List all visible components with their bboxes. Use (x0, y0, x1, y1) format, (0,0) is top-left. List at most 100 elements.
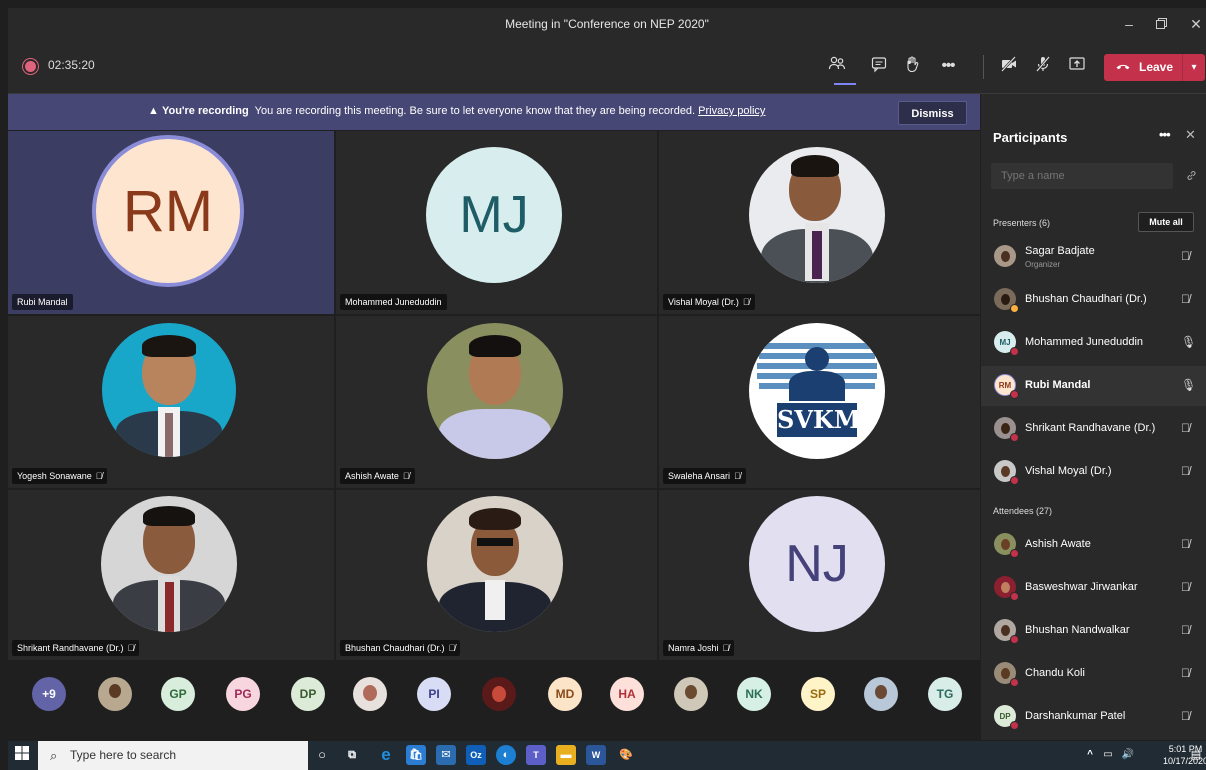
minimize-icon[interactable]: – (1114, 8, 1144, 41)
more-actions-icon[interactable]: ••• (937, 55, 959, 77)
raise-hand-icon[interactable] (901, 55, 923, 77)
avatar: RM (92, 135, 244, 287)
video-tile[interactable]: Yogesh Sonawane 🎙̸ (8, 316, 334, 488)
video-tile[interactable]: MJ Mohammed Juneduddin (336, 131, 657, 314)
participant-avatar[interactable] (482, 677, 516, 711)
video-tile[interactable]: RM Rubi Mandal (8, 131, 334, 314)
share-tray-icon[interactable] (1066, 55, 1088, 77)
privacy-policy-link[interactable]: Privacy policy (698, 105, 765, 117)
participant-avatar[interactable]: MD (548, 677, 582, 711)
status-busy-icon (1010, 635, 1019, 644)
close-panel-icon[interactable]: ✕ (1185, 127, 1196, 143)
mail-icon[interactable]: ✉ (436, 745, 456, 765)
video-tile[interactable]: Vishal Moyal (Dr.) 🎙̸ (659, 131, 980, 314)
video-tile[interactable]: Shrikant Randhavane (Dr.) 🎙̸ (8, 490, 334, 660)
windows-start-icon[interactable] (12, 746, 32, 766)
attendees-header[interactable]: Attendees (27) (993, 506, 1052, 516)
participant-row[interactable]: Shrikant Randhavane (Dr.) 🎙̸ (981, 409, 1206, 449)
chrome-edge-icon[interactable]: ◐ (496, 745, 516, 765)
svkm-logo: SVKM (749, 323, 885, 459)
mic-off-icon: 🎙̸ (1181, 249, 1190, 263)
video-tile[interactable]: Bhushan Chaudhari (Dr.) 🎙̸ (336, 490, 657, 660)
close-window-icon[interactable]: ✕ (1186, 8, 1206, 41)
store-icon[interactable]: 🛍 (406, 745, 426, 765)
word-icon[interactable]: W (586, 745, 606, 765)
participant-row[interactable]: Bhushan Chaudhari (Dr.) 🎙̸ (981, 280, 1206, 320)
dismiss-button[interactable]: Dismiss (898, 101, 967, 125)
leave-button[interactable]: Leave ▾ (1104, 54, 1205, 81)
chat-icon[interactable] (868, 55, 890, 77)
file-explorer-icon[interactable]: ▬ (556, 745, 576, 765)
maximize-icon[interactable] (1146, 8, 1176, 41)
mic-off-icon: 🎙̸ (734, 471, 741, 481)
participant-avatar[interactable] (674, 677, 708, 711)
participant-avatar[interactable]: DP (291, 677, 325, 711)
status-busy-icon (1010, 476, 1019, 485)
panel-title: Participants (993, 130, 1068, 145)
participant-avatar[interactable]: GP (161, 677, 195, 711)
participant-avatar[interactable] (353, 677, 387, 711)
participant-search-field[interactable] (991, 163, 1173, 189)
mic-off-icon: 🎙̸ (1181, 537, 1190, 551)
title-bar: Meeting in "Conference on NEP 2020" – ✕ (8, 8, 1206, 41)
avatar: NJ (749, 496, 885, 632)
participant-avatar[interactable]: NK (737, 677, 771, 711)
meeting-toolbar: 02:35:20 ••• Leave ▾ (8, 41, 1206, 94)
participant-name-label: Vishal Moyal (Dr.) 🎙̸ (663, 294, 755, 310)
mic-off-icon[interactable] (1032, 55, 1054, 77)
mic-off-icon: 🎙̸ (1181, 292, 1190, 306)
more-options-icon[interactable]: ••• (1159, 127, 1171, 142)
participant-row[interactable]: DP Darshankumar Patel 🎙̸ (981, 697, 1206, 737)
participant-row[interactable]: Ashish Awate 🎙̸ (981, 525, 1206, 565)
mic-off-icon: 🎙̸ (1181, 666, 1190, 680)
participant-avatar[interactable] (864, 677, 898, 711)
status-busy-icon (1010, 347, 1019, 356)
participant-row[interactable]: RM Rubi Mandal 🎙 (981, 366, 1206, 406)
participant-photo (427, 496, 563, 632)
mic-off-icon: 🎙̸ (402, 471, 410, 481)
link-icon[interactable] (1186, 170, 1197, 184)
mic-off-icon: 🎙̸ (448, 643, 456, 653)
participant-avatar[interactable]: HA (610, 677, 644, 711)
participant-avatar[interactable] (98, 677, 132, 711)
participant-row[interactable]: Chandu Koli 🎙̸ (981, 654, 1206, 694)
network-icon[interactable]: ▭ (1098, 745, 1118, 765)
teams-icon[interactable]: T (526, 745, 546, 765)
presenters-header[interactable]: Presenters (6) (993, 218, 1050, 228)
participant-name-label: Swaleha Ansari 🎙̸ (663, 468, 746, 484)
participant-row[interactable]: MJ Mohammed Juneduddin 🎙 (981, 323, 1206, 363)
task-view-icon[interactable]: ⧉ (342, 745, 362, 765)
participant-avatar[interactable]: TG (928, 677, 962, 711)
paint-icon[interactable]: 🎨 (616, 745, 636, 765)
participant-row[interactable]: Basweshwar Jirwankar 🎙̸ (981, 568, 1206, 608)
hang-up-icon (1115, 59, 1131, 76)
participant-name-label: Namra Joshi 🎙̸ (663, 640, 735, 656)
participant-row[interactable]: Vishal Moyal (Dr.) 🎙̸ (981, 452, 1206, 492)
participant-avatar[interactable]: PI (417, 677, 451, 711)
volume-icon[interactable]: 🔊 (1118, 745, 1138, 765)
taskbar-search-box[interactable]: ⌕ Type here to search (38, 741, 308, 770)
cortana-icon[interactable]: ○ (312, 745, 332, 765)
outlook-icon[interactable]: Oz (466, 745, 486, 765)
tray-chevron-icon[interactable]: ^ (1080, 745, 1100, 765)
leave-options-chevron-icon[interactable]: ▾ (1182, 54, 1205, 81)
mic-off-icon: 🎙̸ (1181, 421, 1190, 435)
mute-all-button[interactable]: Mute all (1138, 212, 1194, 232)
edge-browser-icon[interactable]: e (376, 745, 396, 765)
participant-row[interactable]: Bhushan Nandwalkar 🎙̸ (981, 611, 1206, 651)
mic-off-icon: 🎙̸ (95, 471, 103, 481)
overflow-count[interactable]: +9 (32, 677, 66, 711)
participant-row[interactable]: Sagar Badjate Organizer 🎙̸ (981, 237, 1206, 277)
video-tile[interactable]: SVKM Swaleha Ansari 🎙̸ (659, 316, 980, 488)
camera-off-icon[interactable] (998, 55, 1020, 77)
notifications-icon[interactable]: ▤ (1186, 745, 1206, 765)
windows-taskbar: ⌕ Type here to search ○ ⧉ e 🛍 ✉ Oz ◐ T ▬… (8, 741, 1206, 770)
participant-avatar[interactable]: PG (226, 677, 260, 711)
mic-on-icon: 🎙 (1181, 378, 1197, 392)
video-tile[interactable]: NJ Namra Joshi 🎙̸ (659, 490, 980, 660)
participant-search-input[interactable] (999, 169, 1163, 183)
show-participants-icon[interactable] (826, 55, 848, 77)
participant-avatar[interactable]: SP (801, 677, 835, 711)
participant-photo (749, 147, 885, 283)
video-tile[interactable]: Ashish Awate 🎙̸ (336, 316, 657, 488)
